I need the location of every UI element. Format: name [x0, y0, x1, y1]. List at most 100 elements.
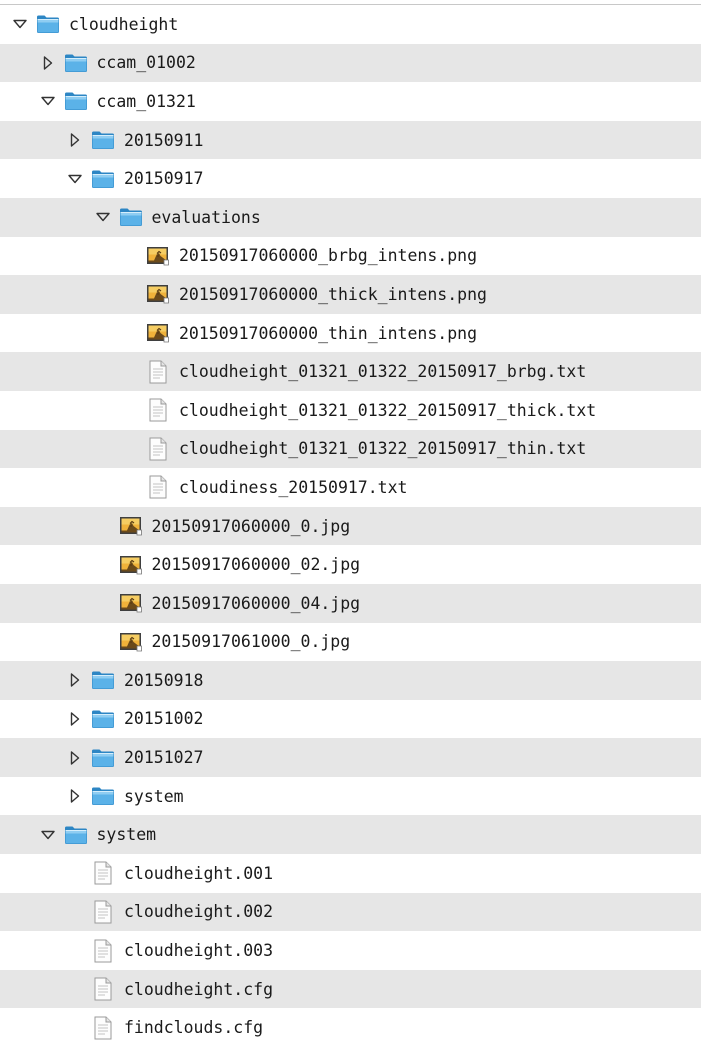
- row-indent: [0, 718, 65, 719]
- tree-item-label: 20150917060000_thin_intens.png: [179, 323, 478, 343]
- tree-row-folder[interactable]: 20150917: [0, 159, 701, 198]
- expander-collapsed-icon[interactable]: [38, 53, 58, 73]
- tree-item-label: 20150911: [124, 130, 204, 150]
- tree-item-label: 20151002: [124, 709, 204, 729]
- folder-icon: [91, 746, 115, 770]
- tree-row-folder[interactable]: 20151002: [0, 700, 701, 739]
- tree-row-file[interactable]: cloudiness_20150917.txt: [0, 468, 701, 507]
- row-indent: [0, 410, 120, 411]
- tree-item-label: cloudheight.002: [124, 902, 274, 922]
- expander-collapsed-icon[interactable]: [65, 786, 85, 806]
- tree-row-file[interactable]: findclouds.cfg: [0, 1008, 701, 1047]
- tree-row-folder[interactable]: 20150911: [0, 120, 701, 160]
- tree-row-file[interactable]: 20150917060000_0.jpg: [0, 506, 701, 546]
- expander-expanded-icon[interactable]: [38, 91, 58, 111]
- text-file-icon: [146, 437, 170, 461]
- tree-item-label: cloudheight_01321_01322_20150917_thin.tx…: [179, 439, 587, 459]
- tree-item-label: 20150917060000_thick_intens.png: [179, 284, 487, 304]
- tree-item-label: evaluations: [151, 207, 261, 227]
- tree-item-label: cloudiness_20150917.txt: [179, 477, 408, 497]
- row-indent: [0, 101, 38, 102]
- tree-row-file[interactable]: cloudheight_01321_01322_20150917_thick.t…: [0, 391, 701, 430]
- image-file-icon: [119, 553, 143, 577]
- tree-item-label: 20150918: [124, 670, 204, 690]
- tree-row-file[interactable]: cloudheight.002: [0, 892, 701, 932]
- text-file-icon: [146, 398, 170, 422]
- tree-item-label: system: [124, 786, 184, 806]
- tree-item-label: 20150917: [124, 169, 204, 189]
- tree-row-folder[interactable]: 20151027: [0, 738, 701, 777]
- row-indent: [0, 564, 93, 565]
- folder-icon: [64, 89, 88, 113]
- row-indent: [0, 680, 65, 681]
- tree-item-label: cloudheight: [69, 14, 179, 34]
- tree-item-label: cloudheight.cfg: [124, 979, 274, 999]
- tree-row-file[interactable]: 20150917061000_0.jpg: [0, 623, 701, 662]
- row-indent: [0, 796, 65, 797]
- tree-row-folder[interactable]: evaluations: [0, 197, 701, 237]
- tree-item-label: 20151027: [124, 748, 204, 768]
- expander-expanded-icon[interactable]: [10, 14, 30, 34]
- file-tree: cloudheight ccam_01002 ccam_01321 20150911 2…: [0, 5, 701, 1047]
- tree-row-folder[interactable]: system: [0, 815, 701, 855]
- tree-row-file[interactable]: cloudheight_01321_01322_20150917_thin.tx…: [0, 429, 701, 469]
- tree-item-label: cloudheight_01321_01322_20150917_thick.t…: [179, 400, 597, 420]
- image-file-icon: [119, 591, 143, 615]
- tree-row-file[interactable]: cloudheight.cfg: [0, 969, 701, 1009]
- expander-collapsed-icon[interactable]: [65, 709, 85, 729]
- row-indent: [0, 487, 120, 488]
- tree-row-folder[interactable]: ccam_01321: [0, 82, 701, 121]
- tree-row-file[interactable]: cloudheight.001: [0, 854, 701, 893]
- tree-row-file[interactable]: cloudheight.003: [0, 931, 701, 970]
- folder-icon: [64, 823, 88, 847]
- image-file-icon: [146, 244, 170, 268]
- text-file-icon: [91, 939, 115, 963]
- folder-icon: [64, 51, 88, 75]
- tree-item-label: 20150917060000_02.jpg: [151, 555, 361, 575]
- tree-row-folder[interactable]: cloudheight: [0, 5, 701, 44]
- tree-row-file[interactable]: 20150917060000_thin_intens.png: [0, 314, 701, 353]
- expander-collapsed-icon[interactable]: [65, 130, 85, 150]
- row-indent: [0, 294, 120, 295]
- image-file-icon: [146, 321, 170, 345]
- image-file-icon: [119, 514, 143, 538]
- tree-item-label: 20150917060000_brbg_intens.png: [179, 246, 478, 266]
- tree-row-file[interactable]: 20150917060000_02.jpg: [0, 545, 701, 584]
- text-file-icon: [91, 900, 115, 924]
- tree-row-folder[interactable]: ccam_01002: [0, 43, 701, 83]
- expander-expanded-icon[interactable]: [93, 207, 113, 227]
- tree-item-label: ccam_01321: [96, 91, 196, 111]
- tree-item-label: cloudheight_01321_01322_20150917_brbg.tx…: [179, 362, 587, 382]
- row-indent: [0, 950, 65, 951]
- expander-collapsed-icon[interactable]: [65, 670, 85, 690]
- row-indent: [0, 24, 10, 25]
- row-indent: [0, 178, 65, 179]
- folder-icon: [91, 128, 115, 152]
- tree-row-file[interactable]: 20150917060000_brbg_intens.png: [0, 237, 701, 276]
- row-indent: [0, 603, 93, 604]
- text-file-icon: [91, 1016, 115, 1040]
- text-file-icon: [91, 861, 115, 885]
- expander-expanded-icon[interactable]: [38, 825, 58, 845]
- tree-row-file[interactable]: cloudheight_01321_01322_20150917_brbg.tx…: [0, 352, 701, 391]
- row-indent: [0, 757, 65, 758]
- row-indent: [0, 333, 120, 334]
- folder-icon: [91, 668, 115, 692]
- folder-icon: [91, 784, 115, 808]
- tree-item-label: ccam_01002: [96, 53, 196, 73]
- row-indent: [0, 873, 65, 874]
- tree-row-file[interactable]: 20150917060000_04.jpg: [0, 583, 701, 623]
- tree-row-folder[interactable]: 20150918: [0, 661, 701, 700]
- text-file-icon: [146, 360, 170, 384]
- folder-icon: [91, 707, 115, 731]
- text-file-icon: [146, 475, 170, 499]
- row-indent: [0, 140, 65, 141]
- row-indent: [0, 911, 65, 912]
- image-file-icon: [146, 282, 170, 306]
- tree-row-folder[interactable]: system: [0, 777, 701, 816]
- expander-collapsed-icon[interactable]: [65, 748, 85, 768]
- tree-row-file[interactable]: 20150917060000_thick_intens.png: [0, 275, 701, 314]
- row-indent: [0, 989, 65, 990]
- tree-item-label: system: [96, 825, 157, 845]
- expander-expanded-icon[interactable]: [65, 169, 85, 189]
